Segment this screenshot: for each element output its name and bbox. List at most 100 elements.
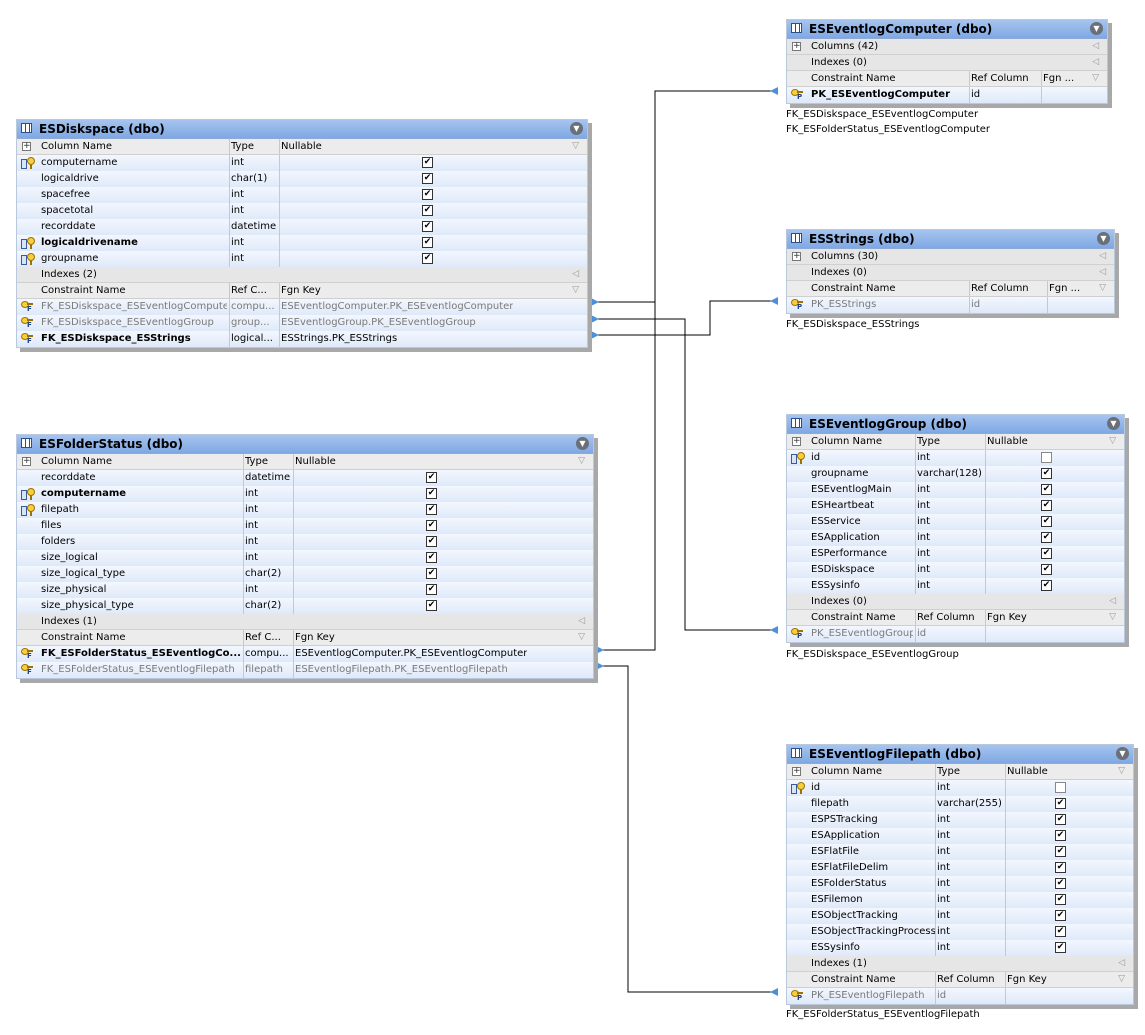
expand-icon[interactable]: +: [792, 42, 801, 51]
column-row[interactable]: ESSysinfo int ✔: [787, 578, 1124, 594]
constraint-row[interactable]: P PK_ESEventlogComputer id: [787, 87, 1107, 103]
nullable-checkbox[interactable]: ✔: [422, 157, 433, 168]
column-header[interactable]: Nullable: [295, 454, 336, 469]
table-esfolderstatus[interactable]: ESFolderStatus (dbo) ▼ + Column Name Type Nul…: [16, 434, 594, 679]
column-row[interactable]: size_logical_type char(2) ✔: [17, 566, 593, 582]
column-row[interactable]: filepath int ✔: [17, 502, 593, 518]
link-folderstatus-filepath[interactable]: [601, 665, 772, 993]
nullable-checkbox[interactable]: ✔: [1041, 580, 1052, 591]
column-row[interactable]: spacetotal int ✔: [17, 203, 587, 219]
nullable-checkbox[interactable]: ✔: [422, 237, 433, 248]
nullable-checkbox[interactable]: ✔: [422, 253, 433, 264]
column-row[interactable]: ESApplication int ✔: [787, 530, 1124, 546]
column-row[interactable]: logicaldrivename int ✔: [17, 235, 587, 251]
indexes-section[interactable]: Indexes (0) ◁: [787, 594, 1124, 610]
column-row[interactable]: groupname varchar(128) ✔: [787, 466, 1124, 482]
constraint-row[interactable]: P PK_ESEventlogGroup id: [787, 626, 1124, 642]
column-header[interactable]: Fgn ...: [1049, 281, 1080, 296]
expand-icon[interactable]: +: [22, 457, 31, 466]
nullable-checkbox[interactable]: ✔: [1041, 500, 1052, 511]
nullable-checkbox[interactable]: ✔: [1055, 830, 1066, 841]
nullable-checkbox[interactable]: ✔: [426, 568, 437, 579]
column-header[interactable]: Column Name: [41, 139, 112, 154]
column-row[interactable]: size_logical int ✔: [17, 550, 593, 566]
column-header[interactable]: Column Name: [811, 434, 882, 449]
nullable-checkbox[interactable]: ✔: [1041, 484, 1052, 495]
table-header[interactable]: ESEventlogComputer (dbo) ▼: [787, 20, 1107, 39]
expand-icon[interactable]: +: [792, 252, 801, 261]
column-header[interactable]: Ref C...: [231, 283, 267, 298]
column-row[interactable]: spacefree int ✔: [17, 187, 587, 203]
nullable-checkbox[interactable]: ✔: [1055, 814, 1066, 825]
column-header[interactable]: Constraint Name: [811, 71, 896, 86]
column-header[interactable]: Ref Column: [971, 281, 1029, 296]
constraint-row[interactable]: F FK_ESFolderStatus_ESEventlogFilepath fil…: [17, 662, 593, 678]
column-header[interactable]: Nullable: [281, 139, 322, 154]
column-header[interactable]: Column Name: [811, 764, 882, 779]
nullable-checkbox[interactable]: ✔: [1041, 548, 1052, 559]
link-diskspace-computer[interactable]: [596, 90, 772, 303]
column-header[interactable]: Ref Column: [971, 71, 1029, 86]
column-row[interactable]: ESObjectTracking int ✔: [787, 908, 1133, 924]
column-header[interactable]: Ref Column: [937, 972, 995, 987]
column-header[interactable]: Constraint Name: [41, 283, 126, 298]
collapse-icon[interactable]: ▼: [1107, 417, 1120, 430]
nullable-checkbox[interactable]: ✔: [426, 584, 437, 595]
columns-section[interactable]: + Columns (42) ◁: [787, 39, 1107, 55]
column-header[interactable]: Type: [917, 434, 940, 449]
column-row[interactable]: size_physical_type char(2) ✔: [17, 598, 593, 614]
column-header[interactable]: Fgn ...: [1043, 71, 1074, 86]
nullable-checkbox[interactable]: ✔: [1055, 910, 1066, 921]
column-header[interactable]: Type: [245, 454, 268, 469]
link-diskspace-strings[interactable]: [596, 300, 772, 336]
constraint-row[interactable]: F FK_ESDiskspace_ESStrings logical... ESStr…: [17, 331, 587, 347]
table-header[interactable]: ESFolderStatus (dbo) ▼: [17, 435, 593, 454]
collapse-icon[interactable]: ▼: [1090, 22, 1103, 35]
link-diskspace-group[interactable]: [596, 318, 772, 631]
nullable-checkbox[interactable]: ✔: [1055, 798, 1066, 809]
nullable-checkbox[interactable]: ✔: [426, 600, 437, 611]
nullable-checkbox[interactable]: ✔: [1055, 846, 1066, 857]
column-header[interactable]: Fgn Key: [1007, 972, 1047, 987]
column-row[interactable]: id int: [787, 450, 1124, 466]
collapse-icon[interactable]: ▼: [570, 122, 583, 135]
expand-icon[interactable]: +: [22, 142, 31, 151]
column-header[interactable]: Constraint Name: [41, 630, 126, 645]
nullable-checkbox[interactable]: ✔: [1055, 862, 1066, 873]
column-row[interactable]: recorddate datetime ✔: [17, 470, 593, 486]
indexes-section[interactable]: Indexes (0) ◁: [787, 265, 1114, 281]
column-row[interactable]: folders int ✔: [17, 534, 593, 550]
nullable-checkbox[interactable]: ✔: [422, 205, 433, 216]
nullable-checkbox[interactable]: ✔: [426, 520, 437, 531]
column-header[interactable]: Fgn Key: [987, 610, 1027, 625]
column-row[interactable]: logicaldrive char(1) ✔: [17, 171, 587, 187]
column-header[interactable]: Type: [231, 139, 254, 154]
table-header[interactable]: ESEventlogFilepath (dbo) ▼: [787, 745, 1133, 764]
constraint-row[interactable]: F FK_ESFolderStatus_ESEventlogCo... compu.…: [17, 646, 593, 662]
expand-icon[interactable]: +: [792, 767, 801, 776]
column-header[interactable]: Column Name: [41, 454, 112, 469]
column-row[interactable]: ESHeartbeat int ✔: [787, 498, 1124, 514]
table-eseventlogfilepath[interactable]: ESEventlogFilepath (dbo) ▼ + Column Name Typ…: [786, 744, 1134, 1005]
column-row[interactable]: recorddate datetime ✔: [17, 219, 587, 235]
column-row[interactable]: ESFlatFileDelim int ✔: [787, 860, 1133, 876]
column-row[interactable]: ESSysinfo int ✔: [787, 940, 1133, 956]
table-header[interactable]: ESDiskspace (dbo) ▼: [17, 120, 587, 139]
column-header[interactable]: Fgn Key: [295, 630, 335, 645]
nullable-checkbox[interactable]: ✔: [1041, 564, 1052, 575]
constraint-row[interactable]: F FK_ESDiskspace_ESEventlogGroup group... E…: [17, 315, 587, 331]
column-row[interactable]: groupname int ✔: [17, 251, 587, 267]
constraint-row[interactable]: P PK_ESEventlogFilepath id: [787, 988, 1133, 1004]
table-eseventloggroup[interactable]: ESEventlogGroup (dbo) ▼ + Column Name Type Nu…: [786, 414, 1125, 643]
column-header[interactable]: Nullable: [987, 434, 1028, 449]
column-row[interactable]: ESPSTracking int ✔: [787, 812, 1133, 828]
nullable-checkbox[interactable]: [1055, 782, 1066, 793]
collapse-icon[interactable]: ▼: [1097, 232, 1110, 245]
column-header[interactable]: Fgn Key: [281, 283, 321, 298]
collapse-icon[interactable]: ▼: [576, 437, 589, 450]
column-header[interactable]: Constraint Name: [811, 610, 896, 625]
nullable-checkbox[interactable]: ✔: [1041, 468, 1052, 479]
column-row[interactable]: ESApplication int ✔: [787, 828, 1133, 844]
column-row[interactable]: files int ✔: [17, 518, 593, 534]
column-row[interactable]: ESEventlogMain int ✔: [787, 482, 1124, 498]
